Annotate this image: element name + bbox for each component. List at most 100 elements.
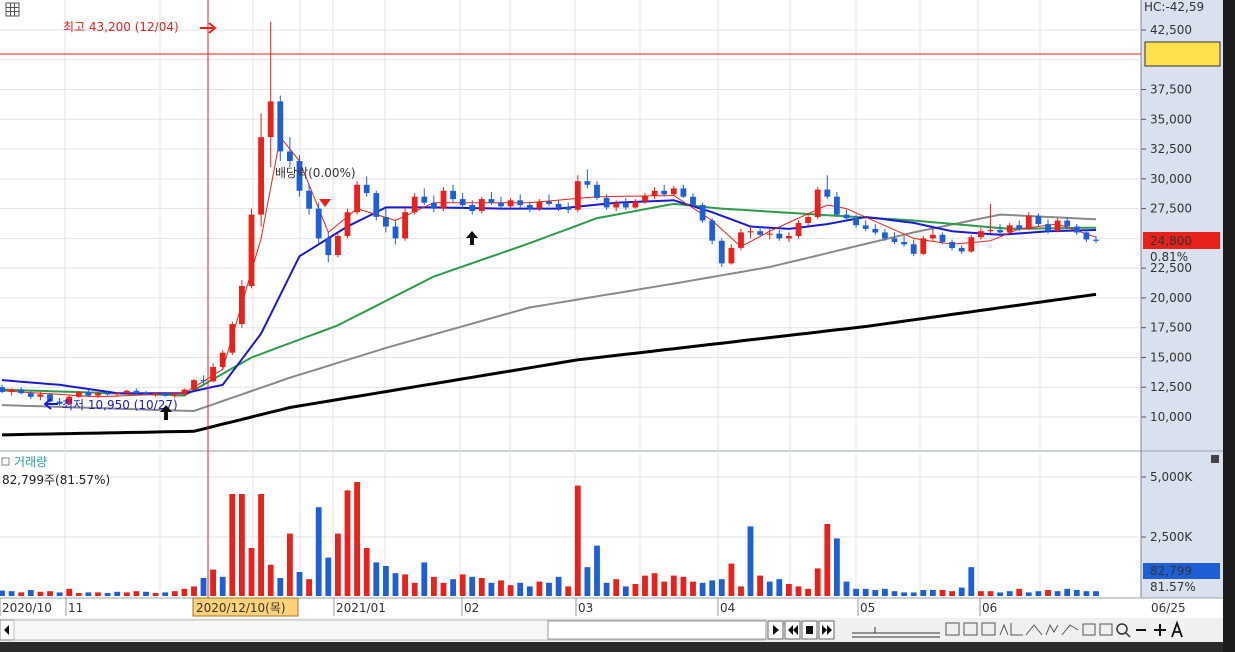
volume-bar-113	[1083, 591, 1090, 596]
candle-body-27	[258, 137, 264, 215]
candle-body-98	[939, 234, 946, 242]
price-tick-label-9: 15,000	[1150, 350, 1192, 364]
volume-bar-58	[555, 576, 562, 596]
volume-bar-61	[584, 567, 591, 596]
candle-body-15	[143, 393, 149, 395]
volume-bar-60	[574, 485, 581, 596]
volume-bar-12	[114, 591, 121, 596]
volume-bar-21	[200, 578, 207, 596]
volume-bar-105	[1006, 591, 1013, 596]
candle-body-39	[373, 193, 380, 217]
volume-bar-45	[431, 576, 437, 596]
volume-bar-89	[853, 588, 859, 596]
current-price-value: 24,800	[1150, 234, 1192, 248]
candle-body-67	[642, 195, 648, 202]
volume-bar-11	[104, 593, 111, 596]
candle-body-28	[267, 101, 274, 138]
volume-bar-69	[661, 581, 668, 596]
volume-bar-30	[287, 533, 293, 596]
candle-body-60	[574, 181, 581, 210]
candle-body-45	[431, 202, 437, 209]
candle-body-85	[814, 189, 821, 217]
volume-bar-107	[1025, 592, 1032, 596]
volume-bar-51	[488, 582, 495, 596]
volume-bar-28	[267, 564, 274, 596]
volume-bar-16	[152, 593, 159, 596]
candle-body-51	[488, 199, 495, 203]
price-tick-label-5: 27,500	[1150, 202, 1192, 216]
candle-body-100	[958, 247, 965, 252]
volume-bar-77	[738, 586, 744, 596]
volume-bar-82	[786, 584, 792, 596]
candle-body-2	[18, 389, 25, 394]
stock-chart-window: 42,500 37,500 35,000 32,500 30,000 27,500 22,5…	[0, 0, 1235, 652]
candlestick-chart: 42,50037,50035,00032,50030,00027,50022,5…	[0, 0, 1235, 652]
price-tick-label-2: 35,000	[1150, 112, 1192, 126]
candle-body-9	[85, 392, 92, 396]
volume-bar-35	[335, 533, 341, 596]
volume-bar-48	[459, 574, 466, 596]
candle-body-17	[162, 393, 169, 396]
candle-body-96	[920, 238, 927, 254]
volume-tick-label-1: 2,500K	[1150, 530, 1193, 544]
volume-bar-23	[219, 576, 226, 596]
volume-bar-20	[191, 586, 197, 596]
volume-bar-92	[882, 588, 888, 596]
price-input-box[interactable]	[1144, 41, 1221, 67]
candle-body-18	[171, 394, 178, 396]
candle-body-57	[546, 201, 552, 204]
volume-legend-title: 거래량	[14, 455, 47, 469]
price-tick-label-4: 30,000	[1150, 172, 1192, 186]
candle-body-102	[978, 231, 984, 238]
volume-bar-6	[56, 592, 63, 596]
candle-body-12	[114, 393, 121, 395]
volume-bar-84	[805, 588, 811, 596]
volume-bar-29	[277, 578, 284, 596]
volume-bar-101	[968, 567, 975, 596]
volume-legend-box	[1, 457, 10, 466]
candle-body-19	[181, 389, 188, 395]
volume-bar-15	[143, 591, 149, 596]
volume-bar-65	[622, 586, 629, 596]
candle-body-24	[229, 324, 236, 353]
candle-body-112	[1073, 226, 1080, 233]
volume-bar-78	[747, 526, 754, 596]
scrollbar-thumb[interactable]	[547, 620, 767, 640]
x-label-1: 11	[68, 601, 83, 615]
volume-bar-31	[296, 572, 303, 596]
volume-bar-9	[85, 592, 92, 596]
candle-body-46	[440, 190, 447, 209]
candle-body-86	[824, 189, 831, 197]
volume-bar-0	[0, 590, 5, 596]
volume-bar-26	[248, 548, 255, 596]
candle-body-107	[1025, 215, 1032, 229]
volume-bar-5	[47, 591, 53, 596]
candle-body-110	[1054, 220, 1061, 232]
candle-body-99	[949, 242, 955, 248]
x-label-0: 2020/10	[2, 601, 52, 615]
candle-body-87	[834, 196, 840, 215]
x-label-2: 2021/01	[336, 601, 386, 615]
grid-icon[interactable]	[5, 2, 20, 17]
volume-bar-75	[718, 579, 725, 596]
x-label-3: 02	[464, 601, 479, 615]
candle-body-92	[882, 232, 888, 239]
volume-bar-3	[27, 590, 34, 596]
candle-body-10	[95, 393, 101, 396]
volume-bar-54	[517, 582, 524, 596]
candle-body-47	[450, 190, 456, 200]
top-price-label: HC:-42,59	[1144, 0, 1204, 14]
candle-body-25	[239, 286, 245, 325]
volume-bar-8	[75, 593, 82, 596]
current-volume-ratio: 81.57%	[1150, 580, 1196, 594]
volume-bar-59	[565, 586, 572, 596]
panel-close-icon[interactable]	[1211, 455, 1219, 463]
volume-bar-93	[891, 591, 898, 596]
candle-body-93	[891, 238, 898, 242]
volume-legend-value: 82,799주(81.57%)	[2, 473, 110, 487]
volume-bar-97	[930, 590, 936, 596]
candle-body-26	[248, 214, 255, 286]
cursor-date-label: 2020/12/10(목)	[196, 601, 286, 615]
high-annotation: 최고 43,200 (12/04)	[63, 20, 179, 34]
volume-bar-24	[229, 494, 236, 596]
